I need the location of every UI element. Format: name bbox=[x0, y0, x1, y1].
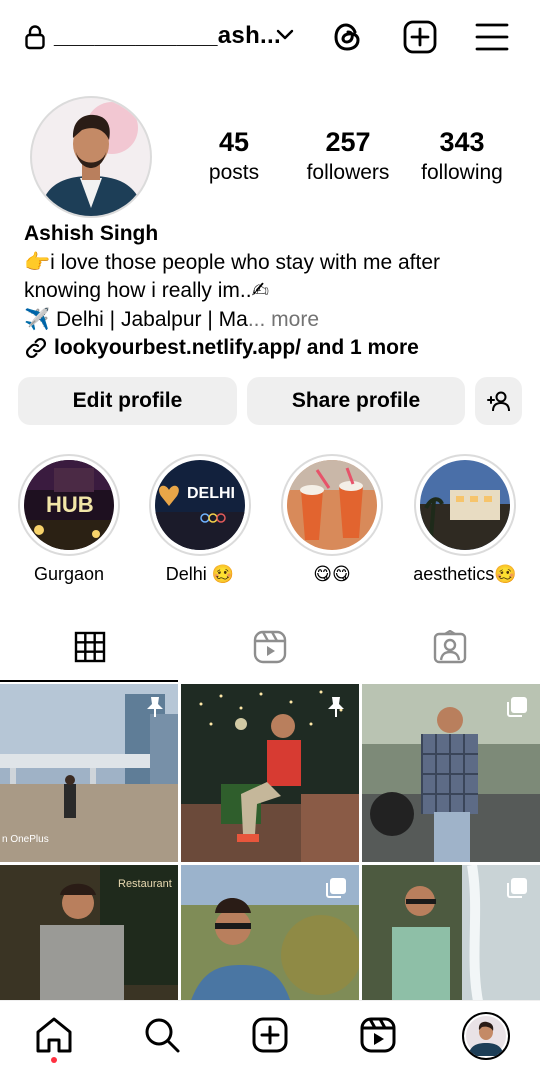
grid-post[interactable] bbox=[181, 684, 359, 862]
highlight-food[interactable]: 😋😋 bbox=[280, 454, 384, 585]
followers-count[interactable]: 257 followers bbox=[298, 126, 398, 188]
reels-icon[interactable] bbox=[358, 1015, 398, 1055]
home-icon[interactable] bbox=[34, 1015, 74, 1055]
bio-section: Ashish Singh 👉i love those people who st… bbox=[24, 220, 524, 363]
profile-avatar[interactable] bbox=[30, 96, 152, 218]
posts-value: 45 bbox=[218, 127, 250, 157]
tab-grid[interactable] bbox=[0, 612, 180, 682]
bio-line-3: ✈️ Delhi | Jabalpur | Ma... more bbox=[24, 306, 524, 335]
create-icon[interactable] bbox=[250, 1015, 290, 1055]
followers-label: followers bbox=[306, 161, 390, 184]
highlight-label: Gurgaon bbox=[33, 564, 105, 584]
bio-line-2: knowing how i really im..✍ bbox=[24, 279, 270, 302]
highlight-ring bbox=[281, 454, 383, 556]
tab-tagged[interactable] bbox=[360, 612, 540, 682]
share-profile-button[interactable]: Share profile bbox=[247, 377, 465, 425]
highlight-label: aesthetics🥴 bbox=[413, 564, 517, 584]
highlight-gurgaon[interactable]: HUB Gurgaon bbox=[17, 454, 121, 585]
bio-ellipsis: ... bbox=[247, 307, 266, 331]
bio-line-3-text: ✈️ Delhi | Jabalpur | Ma bbox=[24, 307, 248, 331]
highlight-delhi[interactable]: DELHI Delhi 🥴 bbox=[148, 454, 252, 585]
carousel-icon bbox=[507, 697, 527, 717]
highlight-ring bbox=[414, 454, 516, 556]
posts-label: posts bbox=[208, 161, 260, 184]
reels-icon bbox=[253, 630, 287, 664]
add-person-icon bbox=[486, 391, 510, 412]
grid-post-watermark: n OnePlus bbox=[2, 834, 49, 845]
grid-post-sign: Restaurant bbox=[118, 878, 172, 890]
following-label: following bbox=[421, 161, 503, 184]
highlight-cover: DELHI bbox=[155, 460, 245, 550]
notification-dot bbox=[51, 1057, 57, 1063]
highlight-cover bbox=[420, 460, 510, 550]
highlight-cover bbox=[287, 460, 377, 550]
add-post-icon[interactable] bbox=[402, 19, 438, 55]
search-icon[interactable] bbox=[142, 1015, 182, 1055]
top-bar: ____________ash... bbox=[0, 0, 540, 74]
threads-icon[interactable] bbox=[330, 19, 366, 55]
carousel-icon bbox=[507, 878, 527, 898]
link-icon bbox=[25, 338, 47, 359]
pin-icon bbox=[147, 697, 163, 717]
highlight-sign-text: DELHI bbox=[187, 485, 235, 502]
bottom-navigation bbox=[0, 1000, 540, 1076]
following-value: 343 bbox=[439, 127, 485, 157]
lock-icon bbox=[25, 25, 45, 50]
pin-icon bbox=[328, 697, 344, 717]
following-count[interactable]: 343 following bbox=[414, 126, 510, 188]
highlight-label: Delhi 🥴 bbox=[165, 564, 235, 584]
username-switcher[interactable]: ____________ash... bbox=[54, 22, 281, 50]
discover-people-button[interactable] bbox=[475, 377, 522, 425]
highlight-label: 😋😋 bbox=[313, 564, 351, 584]
carousel-icon bbox=[326, 878, 346, 898]
highlight-ring: HUB bbox=[18, 454, 120, 556]
grid-post[interactable] bbox=[362, 684, 540, 862]
tab-reels[interactable] bbox=[180, 612, 360, 682]
profile-avatar[interactable] bbox=[462, 1012, 510, 1060]
profile-link[interactable]: lookyourbest.netlify.app/ and 1 more bbox=[24, 334, 524, 363]
highlight-cover: HUB bbox=[24, 460, 114, 550]
grid-icon bbox=[74, 631, 106, 663]
highlight-ring: DELHI bbox=[149, 454, 251, 556]
edit-profile-button[interactable]: Edit profile bbox=[18, 377, 237, 425]
hamburger-menu-icon[interactable] bbox=[474, 20, 510, 54]
posts-grid: n OnePlus Restaurant bbox=[0, 684, 540, 1043]
avatar-photo bbox=[40, 102, 144, 216]
followers-value: 257 bbox=[325, 127, 371, 157]
bio-more-link[interactable]: more bbox=[265, 308, 319, 331]
highlight-sign-text: HUB bbox=[46, 492, 94, 517]
highlight-aesthetics[interactable]: aesthetics🥴 bbox=[413, 454, 517, 585]
profile-tabs bbox=[0, 612, 540, 682]
tagged-icon bbox=[433, 630, 467, 664]
avatar-photo bbox=[466, 1016, 506, 1056]
posts-count: 45 posts bbox=[198, 126, 270, 188]
bio-line-1: 👉i love those people who stay with me af… bbox=[24, 250, 441, 274]
grid-post[interactable]: n OnePlus bbox=[0, 684, 178, 862]
profile-link-text: lookyourbest.netlify.app/ and 1 more bbox=[54, 336, 419, 359]
active-tab-indicator bbox=[0, 680, 178, 682]
display-name: Ashish Singh bbox=[24, 222, 159, 245]
chevron-down-icon[interactable] bbox=[274, 24, 296, 46]
